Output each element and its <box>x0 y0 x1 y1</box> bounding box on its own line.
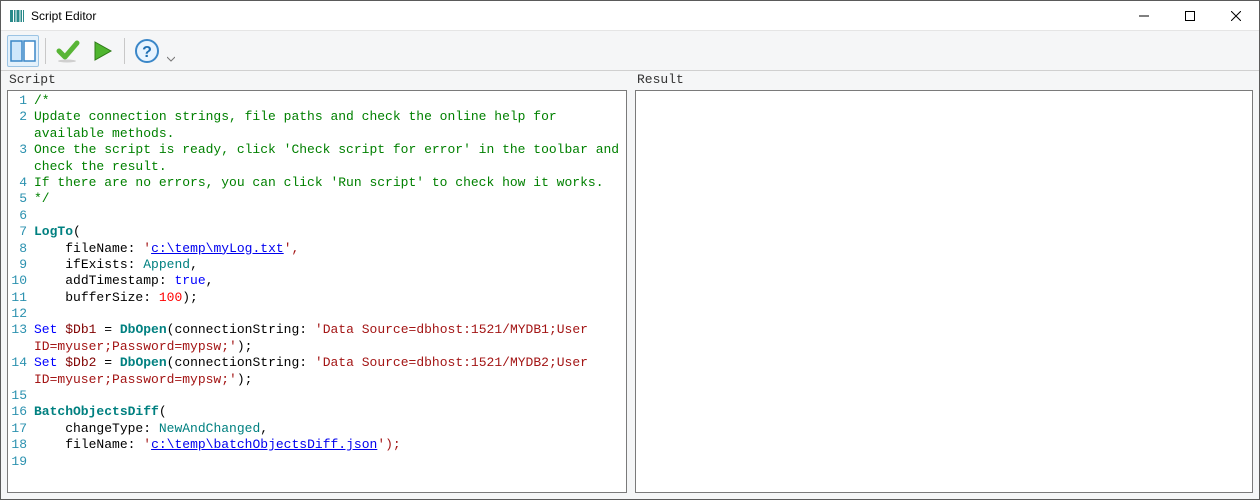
script-panel-header: Script <box>7 72 627 90</box>
titlebar: Script Editor <box>1 1 1259 31</box>
result-body <box>635 90 1253 493</box>
window-title: Script Editor <box>31 9 96 23</box>
chevron-down-icon <box>167 55 175 63</box>
code-area: 12345678910111213141516171819 /*Update c… <box>8 91 626 472</box>
line-number-gutter: 12345678910111213141516171819 <box>8 91 30 472</box>
close-button[interactable] <box>1213 1 1259 30</box>
code-content[interactable]: /*Update connection strings, file paths … <box>30 91 626 472</box>
content-area: Script 12345678910111213141516171819 /*U… <box>1 71 1259 499</box>
toolbar: ? <box>1 31 1259 71</box>
svg-text:?: ? <box>142 44 152 61</box>
panels-icon <box>10 39 36 63</box>
help-button[interactable]: ? <box>131 35 163 67</box>
app-icon <box>9 8 25 24</box>
maximize-button[interactable] <box>1167 1 1213 30</box>
toggle-panels-button[interactable] <box>7 35 39 67</box>
script-editor-window: Script Editor <box>0 0 1260 500</box>
toolbar-separator <box>45 38 46 64</box>
result-text <box>636 91 1252 99</box>
script-editor-body[interactable]: 12345678910111213141516171819 /*Update c… <box>7 90 627 493</box>
minimize-button[interactable] <box>1121 1 1167 30</box>
script-panel: Script 12345678910111213141516171819 /*U… <box>7 72 627 493</box>
window-controls <box>1121 1 1259 30</box>
toolbar-separator <box>124 38 125 64</box>
result-panel-header: Result <box>635 72 1253 90</box>
toolbar-overflow-button[interactable] <box>165 35 177 67</box>
run-script-button[interactable] <box>86 35 118 67</box>
check-icon <box>55 39 81 63</box>
play-icon <box>90 39 114 63</box>
check-script-button[interactable] <box>52 35 84 67</box>
result-panel: Result <box>635 72 1253 493</box>
help-icon: ? <box>134 38 160 64</box>
